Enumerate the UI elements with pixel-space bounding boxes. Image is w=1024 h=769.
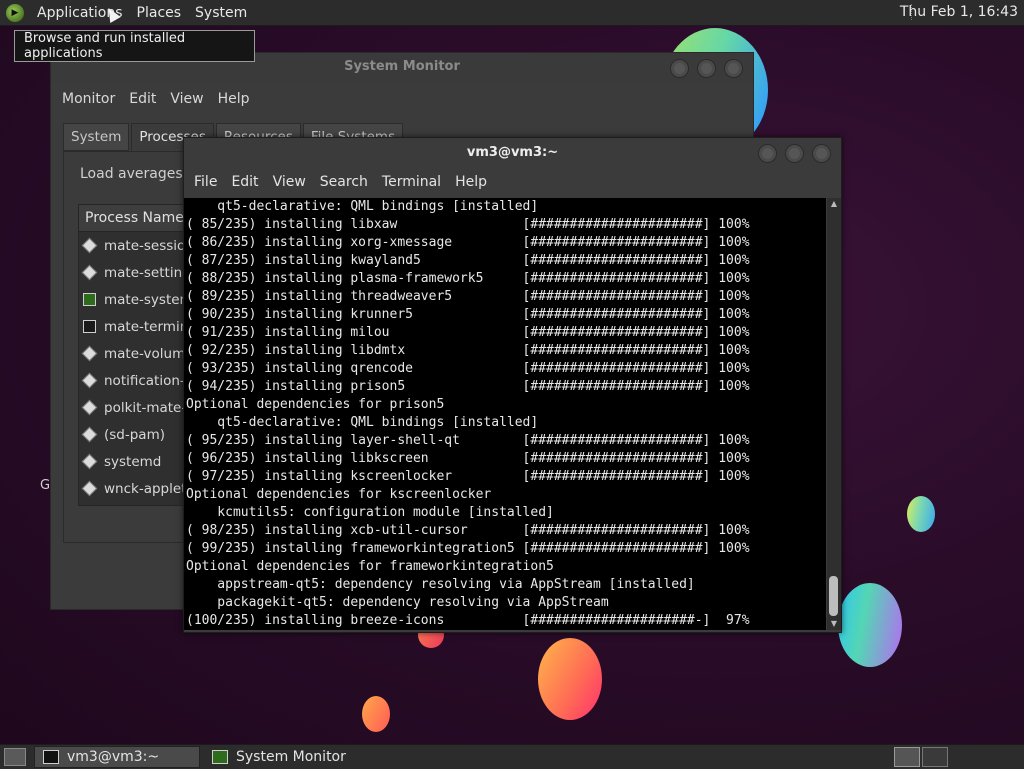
diamond-icon [81,480,98,497]
menubar: Monitor Edit View Help [51,83,753,115]
terminal-line: ( 87/235) installing kwayland5 [########… [186,253,750,268]
clock[interactable]: Thu Feb 1, 16:43 [900,4,1018,20]
workspace-2-button[interactable] [922,747,948,767]
system-menu[interactable]: System [188,5,254,21]
process-name: notification-a [104,372,194,389]
process-name: polkit-mate-a [104,399,195,416]
terminal-line: ( 98/235) installing xcb-util-cursor [##… [186,523,750,538]
tooltip: Browse and run installed applications [14,30,255,62]
terminal-line: Optional dependencies for prison5 [186,397,445,412]
show-desktop-button[interactable] [4,748,26,766]
terminal-icon [83,320,96,333]
balloon-decoration [362,696,390,732]
menu-file[interactable]: File [187,174,224,190]
menu-edit[interactable]: Edit [122,91,163,107]
terminal-line: ( 88/235) installing plasma-framework5 [… [186,271,750,286]
close-button[interactable] [724,59,743,78]
terminal-line: kcmutils5: configuration module [install… [186,505,554,520]
diamond-icon [81,399,98,416]
balloon-decoration [907,496,935,532]
terminal-line: ( 89/235) installing threadweaver5 [####… [186,289,750,304]
terminal-scrollbar[interactable]: ▲ ▼ [827,198,841,630]
terminal-line: ( 91/235) installing milou [############… [186,325,750,340]
terminal-line: ( 99/235) installing frameworkintegratio… [186,541,750,556]
terminal-line: ( 85/235) installing libxaw [###########… [186,217,750,232]
menu-monitor[interactable]: Monitor [55,91,122,107]
process-name: mate-system [104,291,193,308]
process-name: mate-setting [104,264,191,281]
places-menu[interactable]: Places [130,5,189,21]
terminal-line: ( 97/235) installing kscreenlocker [####… [186,469,750,484]
process-name: wnck-applet [104,480,187,497]
terminal-line: Optional dependencies for frameworkinteg… [186,559,554,574]
terminal-line: ( 86/235) installing xorg-xmessage [####… [186,235,750,250]
tab-system[interactable]: System [63,123,130,151]
process-name: mate-session [104,237,194,254]
diamond-icon [81,372,98,389]
window-title: System Monitor [344,59,460,74]
menu-view[interactable]: View [163,91,210,107]
diamond-icon [81,426,98,443]
window-title: vm3@vm3:~ [466,145,559,160]
menu-help[interactable]: Help [448,174,494,190]
terminal-output[interactable]: qt5-declarative: QML bindings [installed… [184,198,826,630]
terminal-line: ( 96/235) installing libkscreen [#######… [186,451,750,466]
maximize-button[interactable] [697,59,716,78]
top-panel: ▶ Applications Places System Thu Feb 1, … [0,0,1024,26]
terminal-line: packagekit-qt5: dependency resolving via… [186,595,609,610]
terminal-line: ( 92/235) installing libdmtx [##########… [186,343,750,358]
close-button[interactable] [812,144,831,163]
monitor-icon [83,293,96,306]
minimize-button[interactable] [758,144,777,163]
menubar: File Edit View Search Terminal Help [184,168,841,196]
menu-view[interactable]: View [266,174,313,190]
diamond-icon [81,345,98,362]
terminal-line: qt5-declarative: QML bindings [installed… [186,199,539,214]
balloon-decoration [538,638,602,720]
taskbar-item-label: System Monitor [236,749,346,765]
taskbar-item-system-monitor[interactable]: System Monitor [204,747,390,767]
diamond-icon [81,237,98,254]
menu-terminal[interactable]: Terminal [375,174,448,190]
minimize-button[interactable] [670,59,689,78]
scrollbar-thumb[interactable] [829,576,838,616]
maximize-button[interactable] [785,144,804,163]
taskbar-item-label: vm3@vm3:~ [67,749,160,765]
workspace-1-button[interactable] [894,747,920,767]
process-name: (sd-pam) [104,426,166,443]
terminal-line: Optional dependencies for kscreenlocker [186,487,492,502]
menu-search[interactable]: Search [313,174,375,190]
process-name: mate-volume [104,345,194,362]
terminal-line: (100/235) installing breeze-icons [#####… [186,613,750,628]
bottom-panel: vm3@vm3:~ System Monitor [0,744,1024,769]
taskbar-item-terminal[interactable]: vm3@vm3:~ [34,746,200,768]
terminal-line: appstream-qt5: dependency resolving via … [186,577,695,592]
scroll-up-icon[interactable]: ▲ [827,198,841,210]
menu-edit[interactable]: Edit [224,174,265,190]
menu-help[interactable]: Help [211,91,257,107]
terminal-line: ( 95/235) installing layer-shell-qt [###… [186,433,750,448]
diamond-icon [81,264,98,281]
terminal-line: ( 90/235) installing krunner5 [#########… [186,307,750,322]
terminal-line: ( 93/235) installing qrencode [#########… [186,361,750,376]
desktop-icon-label[interactable]: G [40,478,50,493]
process-name: systemd [104,453,162,470]
scroll-down-icon[interactable]: ▼ [827,618,841,630]
diamond-icon [81,453,98,470]
terminal-line: qt5-declarative: QML bindings [installed… [186,415,539,430]
balloon-decoration [838,583,902,667]
terminal-line: ( 94/235) installing prison5 [##########… [186,379,750,394]
monitor-icon [212,750,228,764]
window-titlebar[interactable]: vm3@vm3:~ [184,138,841,168]
mate-logo-icon[interactable]: ▶ [6,3,24,22]
terminal-window: vm3@vm3:~ File Edit View Search Terminal… [183,137,842,633]
terminal-icon [43,750,59,764]
